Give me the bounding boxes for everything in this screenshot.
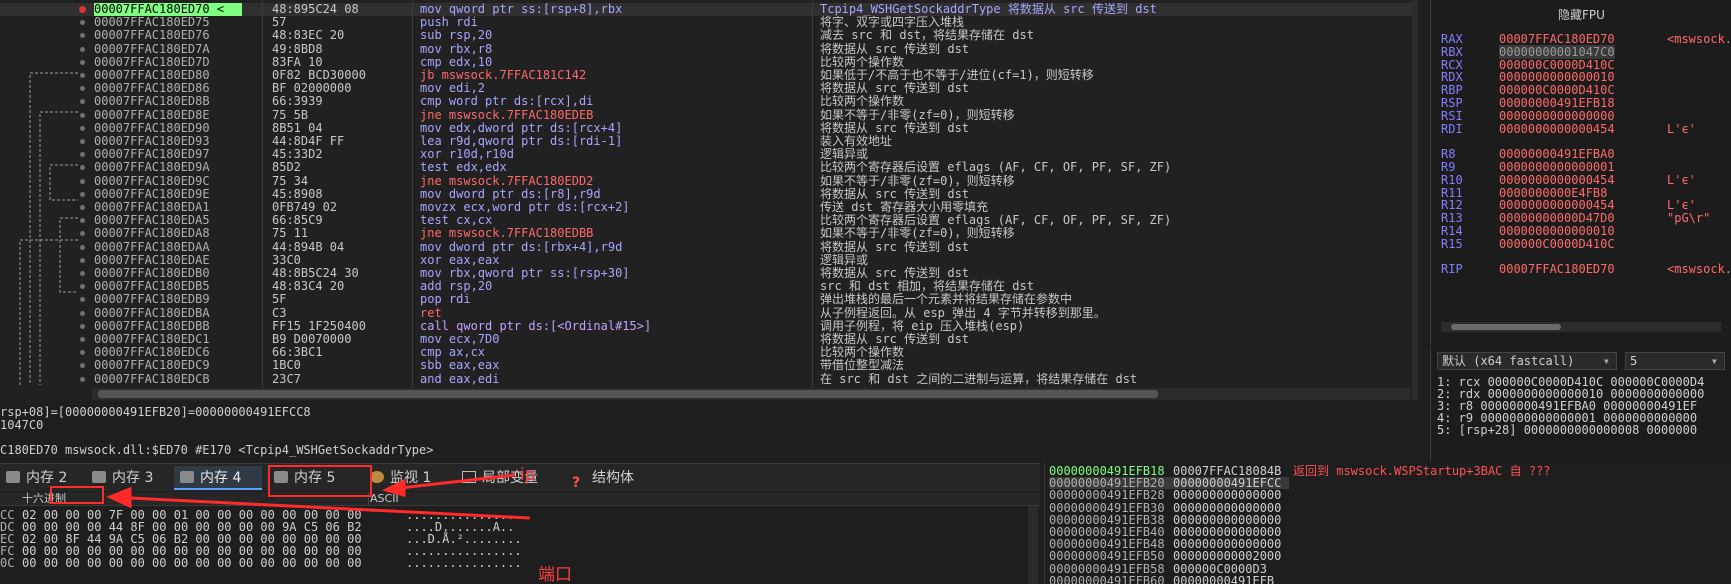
- annotation-arrows: [106, 473, 531, 520]
- port-annotation: 端口: [538, 565, 572, 584]
- ip-annotation: ip: [520, 465, 536, 485]
